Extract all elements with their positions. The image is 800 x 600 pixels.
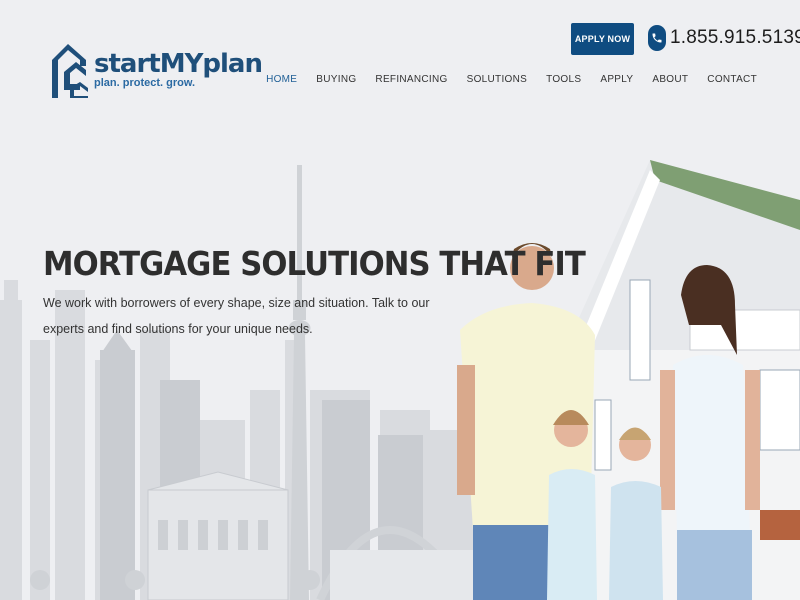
phone-contact[interactable]: 1.855.915.5139 [648,25,800,51]
brand-name: startMYplan [94,49,263,79]
main-navigation: HOME BUYING REFINANCING SOLUTIONS TOOLS … [247,74,757,85]
city-skyline-illustration [0,165,480,600]
nav-item-about[interactable]: ABOUT [652,74,688,85]
nav-item-solutions[interactable]: SOLUTIONS [467,74,528,85]
nav-item-home[interactable]: HOME [266,74,297,85]
site-logo[interactable]: startMYplan plan. protect. grow. [50,42,263,98]
phone-number[interactable]: 1.855.915.5139 [670,27,800,49]
hero-title: MORTGAGE SOLUTIONS THAT FIT [43,244,586,283]
hero-subtitle: We work with borrowers of every shape, s… [43,296,430,336]
nav-item-contact[interactable]: CONTACT [707,74,757,85]
nav-item-tools[interactable]: TOOLS [546,74,581,85]
house-logo-icon [52,44,88,98]
family-photo [457,243,760,600]
phone-icon [648,25,666,51]
nav-item-refinancing[interactable]: REFINANCING [375,74,447,85]
brand-tagline: plan. protect. grow. [94,77,196,89]
apply-now-button[interactable]: APPLY NOW [571,23,634,55]
nav-item-apply[interactable]: APPLY [600,74,633,85]
nav-item-buying[interactable]: BUYING [316,74,356,85]
